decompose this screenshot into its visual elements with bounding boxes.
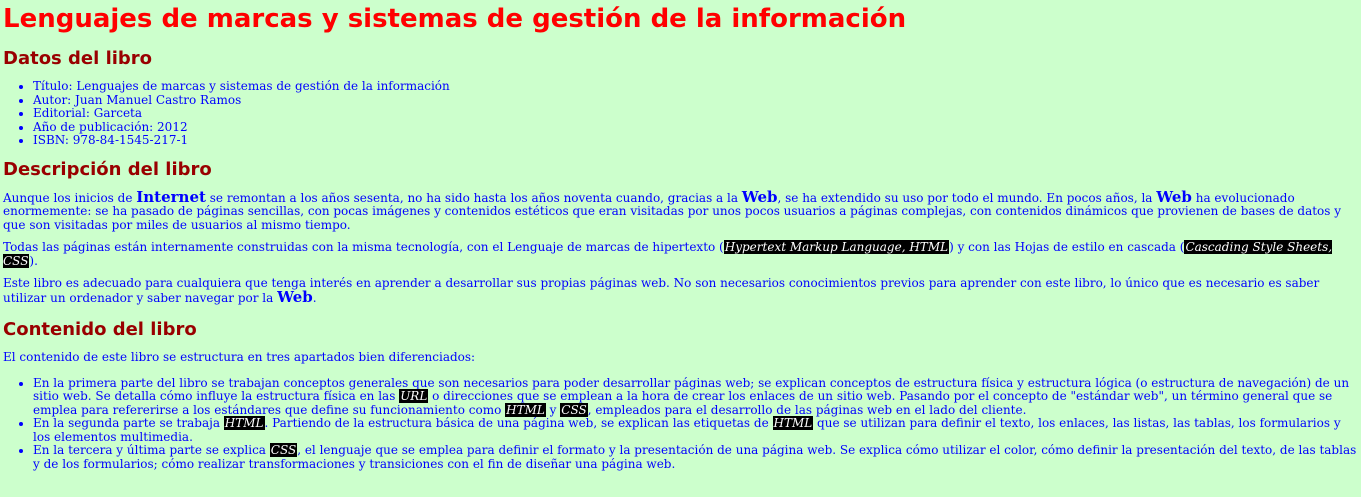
- text-run: Todas las páginas están internamente con…: [3, 240, 724, 254]
- page-title: Lenguajes de marcas y sistemas de gestió…: [3, 4, 907, 34]
- term-web: Web: [1156, 187, 1192, 206]
- term-internet: Internet: [136, 187, 206, 206]
- text-run: Este libro es adecuado para cualquiera q…: [3, 276, 1320, 305]
- list-item: En la tercera y última parte se explica …: [33, 443, 1358, 471]
- term-html: HTML: [772, 416, 814, 430]
- term-css: CSS: [269, 443, 298, 457]
- list-item: Editorial: Garceta: [33, 106, 1358, 121]
- list-item: En la segunda parte se trabaja HTML. Par…: [33, 416, 1358, 444]
- term-html: HTML: [505, 402, 546, 417]
- descripcion-paragraph-1: Aunque los inicios de Internet se remont…: [3, 187, 1358, 233]
- list-item: Año de publicación: 2012: [33, 120, 1358, 135]
- list-item: Título: Lenguajes de marcas y sistemas d…: [33, 79, 1358, 94]
- term-url: URL: [399, 389, 429, 403]
- term-web: Web: [277, 287, 313, 306]
- text-run: , empleados para el desarrollo de las pá…: [587, 402, 1027, 417]
- contenido-heading: Contenido del libro: [3, 319, 197, 340]
- term-css: CSS: [560, 402, 588, 417]
- list-item: Autor: Juan Manuel Castro Ramos: [33, 93, 1358, 108]
- datos-heading: Datos del libro: [3, 48, 153, 69]
- descripcion-paragraph-3: Este libro es adecuado para cualquiera q…: [3, 276, 1358, 306]
- descripcion-heading: Descripción del libro: [3, 158, 212, 180]
- term-web: Web: [741, 187, 778, 206]
- contenido-list: En la primera parte del libro se trabaja…: [3, 376, 1358, 472]
- text-run: ) y con las Hojas de estilo en cascada (: [949, 240, 1185, 254]
- text-run: ).: [29, 253, 38, 268]
- list-item: ISBN: 978-84-1545-217-1: [33, 133, 1358, 148]
- datos-list: Título: Lenguajes de marcas y sistemas d…: [3, 79, 1358, 148]
- term-html: HTML: [223, 416, 265, 430]
- text-run: En la tercera y última parte se explica: [33, 443, 270, 457]
- descripcion-paragraph-2: Todas las páginas están internamente con…: [3, 240, 1358, 268]
- text-run: .: [312, 290, 317, 305]
- text-run: En la segunda parte se trabaja: [33, 416, 224, 430]
- list-item: En la primera parte del libro se trabaja…: [33, 376, 1358, 418]
- text-run: , se ha extendido su uso por todo el mun…: [777, 190, 1157, 205]
- text-run: Aunque los inicios de: [3, 190, 137, 205]
- text-run: y: [545, 402, 561, 417]
- text-run: . Partiendo de la estructura básica de u…: [264, 416, 773, 430]
- text-run: se remontan a los años sesenta, no ha si…: [205, 190, 742, 205]
- contenido-intro: El contenido de este libro se estructura…: [3, 350, 476, 364]
- term-html-full: Hypertext Markup Language, HTML: [723, 240, 950, 254]
